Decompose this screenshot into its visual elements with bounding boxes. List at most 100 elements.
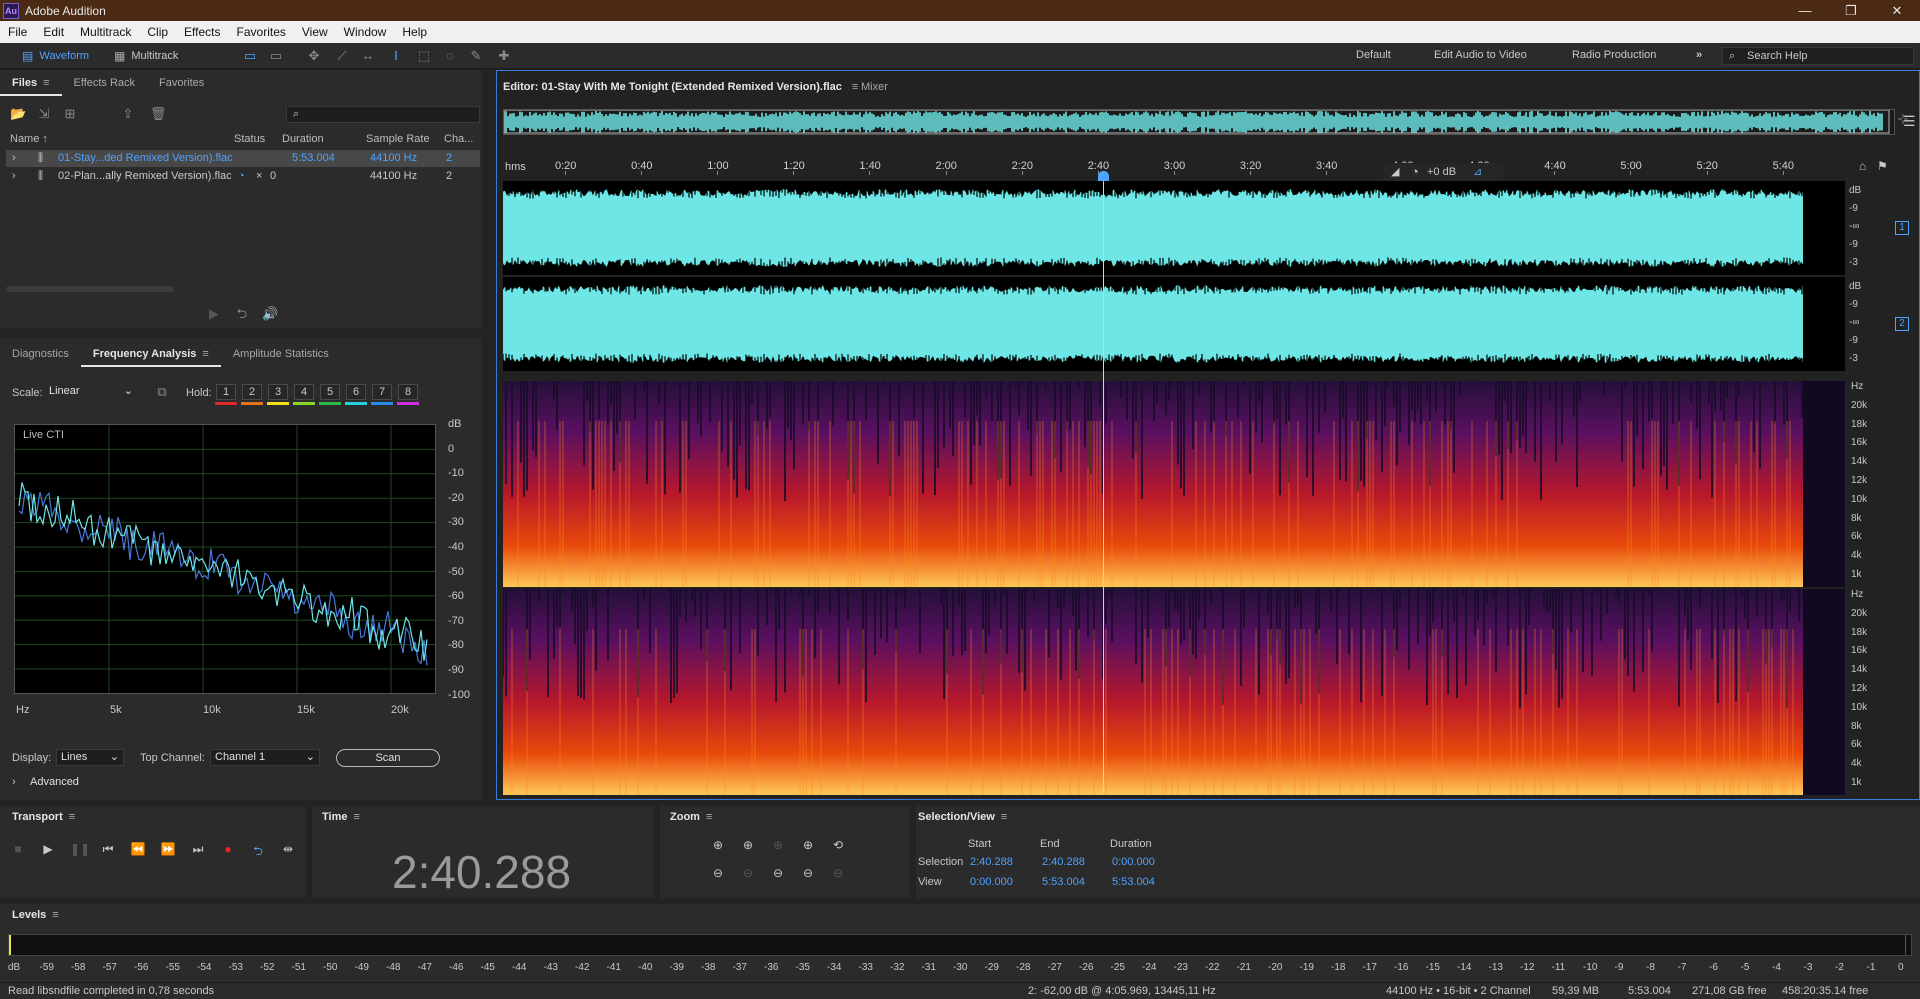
hold-button-2[interactable]: 2 <box>242 384 262 400</box>
advanced-toggle[interactable]: Advanced <box>30 776 79 788</box>
waveform-channel-2[interactable] <box>502 277 1845 371</box>
minimize-icon[interactable]: — <box>1782 0 1828 21</box>
stop-icon[interactable]: ■ <box>10 842 26 856</box>
waveform-channel-1[interactable] <box>502 181 1845 275</box>
tab-frequency-analysis[interactable]: Frequency Analysis ≡ <box>80 341 221 367</box>
zoom-out-time-icon[interactable]: ⊖ <box>740 866 756 880</box>
zoom-to-selection-icon[interactable]: ⊕ <box>770 838 786 852</box>
col-status[interactable]: Status <box>234 133 265 145</box>
selection-start[interactable]: 2:40.288 <box>970 856 1013 868</box>
spectrogram-channel-1[interactable] <box>503 381 1845 587</box>
zoom-in-left-icon[interactable]: ⊕ <box>800 838 816 852</box>
frequency-graph[interactable]: Live CTI <box>14 424 436 694</box>
close-icon[interactable]: ✕ <box>1874 0 1920 21</box>
time-selection-tool-icon[interactable]: I <box>388 48 404 64</box>
delete-file-icon[interactable]: 🗑 <box>150 106 167 122</box>
time-ruler[interactable]: hms 0:20 0:40 1:00 1:20 1:40 2:00 2:20 2:40 3:00… <box>503 157 1839 175</box>
play-preview-icon[interactable]: ▶ <box>206 306 222 322</box>
file-row[interactable]: › ⫼ 01-Stay...ded Remixed Version).flac … <box>6 150 480 167</box>
menu-help[interactable]: Help <box>394 25 435 39</box>
panel-menu-icon[interactable]: ≡ <box>1001 811 1007 823</box>
restore-icon[interactable]: ❐ <box>1828 0 1874 21</box>
panel-layout-icon[interactable]: ☰ <box>1903 113 1916 130</box>
overview-navigator[interactable] <box>503 109 1895 135</box>
file-row[interactable]: › ⫼ 02-Plan...ally Remixed Version).flac… <box>6 168 480 185</box>
hold-button-7[interactable]: 7 <box>372 384 392 400</box>
time-display[interactable]: 2:40.288 <box>392 845 574 899</box>
playhead-handle[interactable] <box>1098 171 1109 181</box>
go-to-end-icon[interactable]: ⏭ <box>190 842 206 857</box>
menu-multitrack[interactable]: Multitrack <box>72 25 139 39</box>
tab-diagnostics[interactable]: Diagnostics <box>0 341 81 367</box>
menu-favorites[interactable]: Favorites <box>229 25 294 39</box>
pin-icon[interactable]: ⊿ <box>1473 165 1482 178</box>
menu-window[interactable]: Window <box>336 25 395 39</box>
hold-button-4[interactable]: 4 <box>294 384 314 400</box>
panel-menu-icon[interactable]: ≡ <box>69 811 75 823</box>
marker-icon[interactable]: ⚑ <box>1877 159 1888 173</box>
scan-button[interactable]: Scan <box>336 749 440 767</box>
play-icon[interactable]: ▶ <box>40 842 56 856</box>
frequency-snapshot-icon[interactable]: ⧉ <box>154 384 170 400</box>
rewind-icon[interactable]: ⏪ <box>130 842 146 856</box>
tab-files[interactable]: Files ≡ <box>0 70 62 96</box>
files-search-input[interactable]: ⌕ <box>286 106 480 123</box>
go-to-start-icon[interactable]: ⏮ <box>100 842 116 857</box>
hold-button-5[interactable]: 5 <box>320 384 340 400</box>
selection-duration[interactable]: 0:00.000 <box>1112 856 1155 868</box>
col-sample-rate[interactable]: Sample Rate <box>366 133 430 145</box>
tab-amplitude-statistics[interactable]: Amplitude Statistics <box>221 341 341 367</box>
pause-icon[interactable]: ❚❚ <box>70 842 90 856</box>
view-start[interactable]: 0:00.000 <box>970 876 1013 888</box>
import-file-icon[interactable]: ⇲ <box>36 106 52 122</box>
panel-menu-icon[interactable]: ≡ <box>52 909 58 921</box>
insert-into-multitrack-icon[interactable]: ⇪ <box>120 106 136 122</box>
files-scrollbar[interactable] <box>6 286 174 292</box>
panel-menu-icon[interactable]: ≡ <box>706 811 712 823</box>
zoom-reset-icon[interactable]: ⟲ <box>830 838 846 852</box>
menu-clip[interactable]: Clip <box>139 25 176 39</box>
hud-gain[interactable]: ◢ ◔ +0 dB ⊿ <box>1383 163 1503 181</box>
menu-view[interactable]: View <box>294 25 336 39</box>
scale-dropdown[interactable]: Linear ⌄ <box>44 383 138 400</box>
col-channels[interactable]: Cha... <box>444 133 473 145</box>
spot-healing-icon[interactable]: ✚ <box>496 48 512 64</box>
spectral-display-icon[interactable]: ▭ <box>242 48 258 64</box>
panel-menu-icon[interactable]: ≡ <box>852 81 858 93</box>
hold-button-1[interactable]: 1 <box>216 384 236 400</box>
zoom-out-amplitude-icon[interactable]: ⊖ <box>710 866 726 880</box>
display-dropdown[interactable]: Lines ⌄ <box>56 749 124 766</box>
channel-2-badge[interactable]: 2 <box>1895 317 1909 331</box>
top-channel-dropdown[interactable]: Channel 1 ⌄ <box>210 749 320 766</box>
loop-preview-icon[interactable]: ⮌ <box>234 306 250 322</box>
spectrogram-channel-2[interactable] <box>502 589 1845 795</box>
tab-editor[interactable]: Editor: 01-Stay With Me Tonight (Extende… <box>503 81 858 93</box>
tab-effects-rack[interactable]: Effects Rack <box>62 70 148 96</box>
spectral-pitch-icon[interactable]: ▭ <box>268 48 284 64</box>
zoom-all-tracks-icon[interactable]: ⊖ <box>830 866 846 880</box>
more-workspaces-icon[interactable]: » <box>1696 49 1702 61</box>
menu-file[interactable]: File <box>0 25 35 39</box>
col-duration[interactable]: Duration <box>282 133 324 145</box>
record-icon[interactable]: ● <box>220 842 236 856</box>
zoom-in-time-icon[interactable]: ⊕ <box>740 838 756 852</box>
multitrack-mode-button[interactable]: ▦ Multitrack <box>106 47 186 65</box>
lasso-tool-icon[interactable]: ◌ <box>442 48 458 64</box>
new-file-icon[interactable]: ⊞ <box>62 106 78 122</box>
waveform-mode-button[interactable]: ▤ Waveform <box>14 47 97 65</box>
selection-end[interactable]: 2:40.288 <box>1042 856 1085 868</box>
view-duration[interactable]: 5:53.004 <box>1112 876 1155 888</box>
playhead[interactable] <box>1103 177 1104 795</box>
panel-menu-icon[interactable]: ≡ <box>202 341 208 367</box>
slip-tool-icon[interactable]: ↔ <box>360 48 376 64</box>
move-tool-icon[interactable]: ✥ <box>306 48 322 64</box>
search-help-input[interactable]: ⌕ Search Help <box>1722 47 1914 65</box>
menu-effects[interactable]: Effects <box>176 25 228 39</box>
workspace-radio-production[interactable]: Radio Production <box>1572 49 1656 61</box>
hold-button-8[interactable]: 8 <box>398 384 418 400</box>
zoom-in-amplitude-icon[interactable]: ⊕ <box>710 838 726 852</box>
clip-indicator[interactable] <box>1905 935 1911 955</box>
tab-mixer[interactable]: Mixer <box>861 81 888 93</box>
fast-forward-icon[interactable]: ⏩ <box>160 842 176 856</box>
zoom-in-right-icon[interactable]: ⊖ <box>800 866 816 880</box>
